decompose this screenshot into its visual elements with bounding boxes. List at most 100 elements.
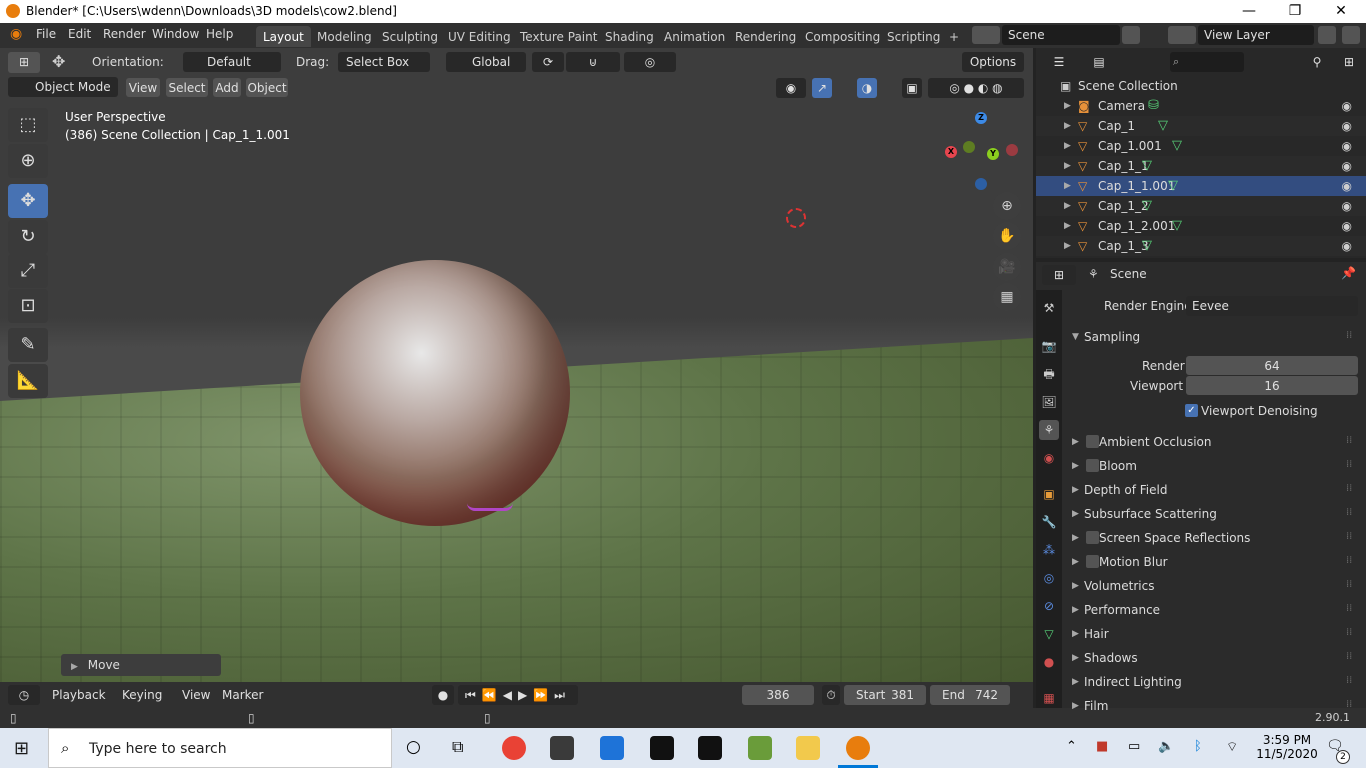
- render-engine-dropdown[interactable]: Eevee: [1186, 296, 1358, 316]
- drag-handle-icon[interactable]: ⁞⁞: [1346, 459, 1352, 470]
- clock[interactable]: 3:59 PM 11/5/2020: [1256, 733, 1318, 761]
- expand-arrow-icon[interactable]: ▶: [1064, 156, 1071, 176]
- blender-taskbar-icon[interactable]: [846, 736, 870, 760]
- xray-icon[interactable]: ▣: [902, 78, 922, 98]
- tab-sculpting[interactable]: Sculpting: [375, 26, 445, 47]
- data-tab-icon[interactable]: ▽: [1039, 624, 1059, 644]
- section-enable-checkbox[interactable]: [1086, 459, 1099, 472]
- modifier-tab-icon[interactable]: 🔧: [1039, 512, 1059, 532]
- measure-tool-icon[interactable]: 📐: [8, 364, 48, 398]
- tab-animation[interactable]: Animation: [657, 26, 732, 47]
- bluetooth-icon[interactable]: ᛒ: [1194, 739, 1202, 754]
- expand-arrow-icon[interactable]: ▶: [1064, 196, 1071, 216]
- timeline-editor-type-icon[interactable]: ◷: [8, 685, 40, 705]
- section-enable-checkbox[interactable]: [1086, 531, 1099, 544]
- outliner-item[interactable]: ▶ ▽ Cap_1_2 ▽ ◉: [1036, 196, 1366, 216]
- viewport-denoising-checkbox[interactable]: ✓: [1185, 404, 1198, 417]
- outliner-item[interactable]: ▶ ◙ Camera ⛁ ◉: [1036, 96, 1366, 116]
- visibility-eye-icon[interactable]: ◉: [1342, 216, 1352, 236]
- menu-file[interactable]: File: [36, 27, 56, 41]
- move-tool-button-icon[interactable]: ✥: [8, 184, 48, 218]
- music-app-icon[interactable]: [650, 736, 674, 760]
- section-enable-checkbox[interactable]: [1086, 555, 1099, 568]
- cursor-tool-icon[interactable]: ⊕: [8, 144, 48, 178]
- drag-handle-icon[interactable]: ⁞⁞: [1346, 330, 1352, 341]
- close-button[interactable]: ✕: [1318, 0, 1364, 23]
- view-layer-tab-icon[interactable]: 🖼: [1039, 392, 1059, 412]
- render-tab-icon[interactable]: 📷: [1039, 336, 1059, 356]
- blender-menu-icon[interactable]: ◉: [10, 26, 22, 42]
- annotate-tool-icon[interactable]: ✎: [8, 328, 48, 362]
- tab-compositing[interactable]: Compositing: [798, 26, 887, 47]
- add-menu[interactable]: Add: [213, 78, 241, 97]
- navigation-gizmo[interactable]: Z X Y: [940, 108, 1020, 198]
- zoom-icon[interactable]: ⊕: [993, 192, 1021, 220]
- drag-handle-icon[interactable]: ⁞⁞: [1346, 699, 1352, 710]
- shading-modes-icon[interactable]: ◎ ● ◐ ◍: [928, 78, 1024, 98]
- pivot-point-icon[interactable]: ⟳: [532, 52, 564, 72]
- outliner-item[interactable]: ▶ ▽ Cap_1_3 ▽ ◉: [1036, 236, 1366, 256]
- physics-tab-icon[interactable]: ◎: [1039, 568, 1059, 588]
- object-mode-dropdown[interactable]: Object Mode: [8, 77, 118, 97]
- visibility-eye-icon[interactable]: ◉: [1342, 136, 1352, 156]
- proportional-editing-icon[interactable]: ◎: [624, 52, 676, 72]
- x-axis-icon[interactable]: X: [945, 146, 957, 158]
- display-mode-icon[interactable]: ▤: [1082, 52, 1116, 72]
- rotate-tool-icon[interactable]: ↻: [8, 220, 48, 254]
- options-dropdown[interactable]: Options: [962, 52, 1024, 72]
- minimize-button[interactable]: —: [1226, 0, 1272, 23]
- scene-browse-icon[interactable]: [972, 26, 1000, 44]
- new-view-layer-icon[interactable]: [1318, 26, 1336, 44]
- scene-collection-row[interactable]: ▣ Scene Collection: [1036, 76, 1366, 96]
- view-layer-selector[interactable]: View Layer: [1198, 25, 1314, 45]
- pan-hand-icon[interactable]: ✋: [993, 222, 1021, 250]
- record-icon[interactable]: ●: [432, 685, 454, 705]
- particles-tab-icon[interactable]: ⁂: [1039, 540, 1059, 560]
- orientation-dropdown[interactable]: Default: [183, 52, 281, 72]
- drag-dropdown[interactable]: Select Box: [338, 52, 430, 72]
- section-enable-checkbox[interactable]: [1086, 435, 1099, 448]
- scene-selector[interactable]: Scene: [1002, 25, 1120, 45]
- ortho-grid-icon[interactable]: ▦: [993, 283, 1021, 311]
- drag-handle-icon[interactable]: ⁞⁞: [1346, 627, 1352, 638]
- outliner-editor-type-icon[interactable]: ☰: [1042, 52, 1076, 72]
- tab-scripting[interactable]: Scripting: [880, 26, 947, 47]
- chrome-icon[interactable]: [502, 736, 526, 760]
- view-menu[interactable]: View: [126, 78, 160, 97]
- new-collection-icon[interactable]: ⊞: [1338, 52, 1360, 72]
- transform-tool-icon[interactable]: ⊡: [8, 289, 48, 323]
- scale-tool-icon[interactable]: ⤢: [8, 254, 48, 288]
- expand-arrow-icon[interactable]: ▶: [1064, 116, 1071, 136]
- visibility-eye-icon[interactable]: ◉: [1342, 236, 1352, 256]
- render-samples-field[interactable]: 64: [1186, 356, 1358, 375]
- menu-help[interactable]: Help: [206, 27, 233, 41]
- end-frame-field[interactable]: End 742: [930, 685, 1010, 705]
- y-axis-icon[interactable]: Y: [987, 148, 999, 160]
- constraints-tab-icon[interactable]: ⊘: [1039, 596, 1059, 616]
- windows-start-icon[interactable]: ⊞: [14, 738, 29, 759]
- drag-handle-icon[interactable]: ⁞⁞: [1346, 603, 1352, 614]
- tab-layout[interactable]: Layout: [256, 26, 311, 47]
- neg-y-axis-icon[interactable]: [963, 141, 975, 153]
- snap-icon[interactable]: ⊍: [566, 52, 620, 72]
- scene-tab-icon[interactable]: ⚘: [1039, 420, 1059, 440]
- visibility-eye-icon[interactable]: ◉: [1342, 96, 1352, 116]
- tab-rendering[interactable]: Rendering: [728, 26, 803, 47]
- neg-z-axis-icon[interactable]: [975, 178, 987, 190]
- minecraft-icon[interactable]: [748, 736, 772, 760]
- drag-handle-icon[interactable]: ⁞⁞: [1346, 555, 1352, 566]
- select-menu[interactable]: Select: [166, 78, 208, 97]
- visibility-icon[interactable]: ◉: [776, 78, 806, 98]
- music-app-2-icon[interactable]: [698, 736, 722, 760]
- 3d-viewport[interactable]: ⊞ ✥ Orientation: Default Drag: Select Bo…: [0, 48, 1033, 682]
- outliner-item[interactable]: ▶ ▽ Cap_1 ▽ ◉: [1036, 116, 1366, 136]
- properties-editor-type-icon[interactable]: ⊞: [1042, 265, 1076, 285]
- expand-arrow-icon[interactable]: ▶: [1064, 96, 1071, 116]
- editor-type-icon[interactable]: ⊞: [8, 52, 40, 73]
- current-frame-field[interactable]: 386: [742, 685, 814, 705]
- new-scene-icon[interactable]: [1122, 26, 1140, 44]
- drag-handle-icon[interactable]: ⁞⁞: [1346, 651, 1352, 662]
- material-tab-icon[interactable]: ●: [1039, 652, 1059, 672]
- tab-texture-paint[interactable]: Texture Paint: [513, 26, 604, 47]
- view-layer-browse-icon[interactable]: [1168, 26, 1196, 44]
